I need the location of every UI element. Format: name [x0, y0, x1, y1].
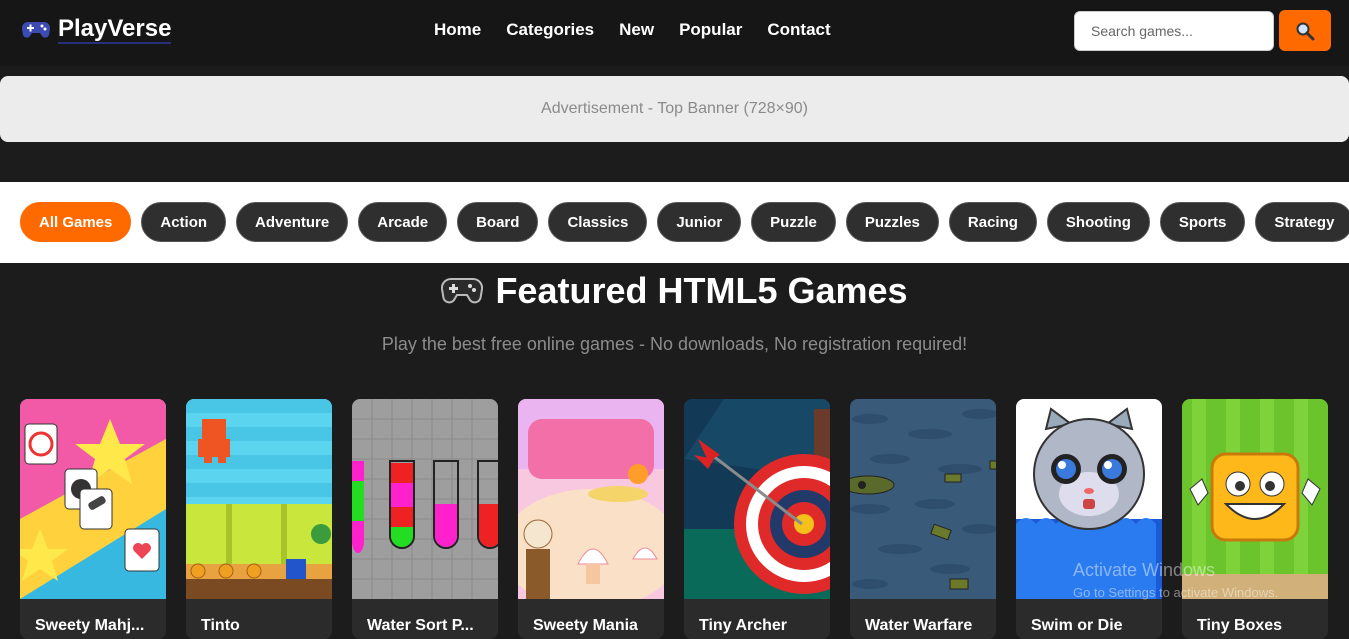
- game-card-swim-or-die[interactable]: Swim or Die: [1016, 399, 1162, 639]
- search-input[interactable]: [1074, 11, 1274, 51]
- ad-banner: Advertisement - Top Banner (728×90): [0, 76, 1349, 142]
- search-button[interactable]: [1279, 10, 1331, 51]
- category-racing[interactable]: Racing: [948, 202, 1037, 242]
- game-card-water-sort[interactable]: Water Sort P...: [352, 399, 498, 639]
- game-thumbnail: [20, 399, 166, 599]
- category-strategy[interactable]: Strategy: [1255, 202, 1349, 242]
- game-title: Tinto: [201, 617, 240, 634]
- category-shooting[interactable]: Shooting: [1046, 202, 1150, 242]
- gamepad-icon: [22, 21, 50, 38]
- category-bar: All Games Action Adventure Arcade Board …: [0, 182, 1349, 263]
- site-header: PlayVerse Home Categories New Popular Co…: [0, 0, 1349, 66]
- category-arcade[interactable]: Arcade: [358, 202, 448, 242]
- section-heading: Featured HTML5 Games: [0, 270, 1349, 312]
- nav-new[interactable]: New: [619, 18, 654, 42]
- game-thumbnail: [684, 399, 830, 599]
- game-grid: Sweety Mahj... Tinto Water Sort P... Swe…: [20, 399, 1328, 639]
- section-title: Featured HTML5 Games: [495, 270, 908, 311]
- game-thumbnail: [1016, 399, 1162, 599]
- category-puzzle[interactable]: Puzzle: [751, 202, 836, 242]
- nav-categories[interactable]: Categories: [506, 18, 594, 42]
- game-thumbnail: [186, 399, 332, 599]
- nav-popular[interactable]: Popular: [679, 18, 742, 42]
- game-title: Sweety Mania: [533, 617, 638, 634]
- game-thumbnail: [518, 399, 664, 599]
- category-board[interactable]: Board: [457, 202, 539, 242]
- game-card-water-warfare[interactable]: Water Warfare: [850, 399, 996, 639]
- nav-contact[interactable]: Contact: [767, 18, 830, 42]
- search-icon: [1296, 22, 1315, 40]
- game-thumbnail: [352, 399, 498, 599]
- category-puzzles[interactable]: Puzzles: [845, 202, 939, 242]
- game-title: Swim or Die: [1031, 617, 1123, 634]
- game-thumbnail: [1182, 399, 1328, 599]
- game-title: Water Warfare: [865, 617, 973, 634]
- game-title: Water Sort P...: [367, 617, 474, 634]
- logo-text: PlayVerse: [58, 15, 172, 44]
- game-card-tiny-boxes[interactable]: Tiny Boxes: [1182, 399, 1328, 639]
- category-all-games[interactable]: All Games: [20, 202, 132, 242]
- category-classics[interactable]: Classics: [548, 202, 648, 242]
- section-subtitle: Play the best free online games - No dow…: [381, 334, 968, 354]
- category-action[interactable]: Action: [141, 202, 227, 242]
- game-thumbnail: [850, 399, 996, 599]
- category-junior[interactable]: Junior: [657, 202, 742, 242]
- ad-text: Advertisement - Top Banner (728×90): [541, 100, 808, 117]
- game-card-sweety-mania[interactable]: Sweety Mania: [518, 399, 664, 639]
- game-title: Tiny Archer: [699, 617, 788, 634]
- game-title: Sweety Mahj...: [35, 617, 145, 634]
- category-adventure[interactable]: Adventure: [236, 202, 349, 242]
- main-nav: Home Categories New Popular Contact: [434, 18, 831, 42]
- category-sports[interactable]: Sports: [1159, 202, 1246, 242]
- game-card-sweety-mahjong[interactable]: Sweety Mahj...: [20, 399, 166, 639]
- game-title: Tiny Boxes: [1197, 617, 1283, 634]
- logo-link[interactable]: PlayVerse: [22, 14, 172, 46]
- game-card-tiny-archer[interactable]: Tiny Archer: [684, 399, 830, 639]
- category-list: All Games Action Adventure Arcade Board …: [20, 202, 1349, 242]
- nav-home[interactable]: Home: [434, 18, 481, 42]
- game-card-tinto[interactable]: Tinto: [186, 399, 332, 639]
- gamepad-icon: [441, 277, 484, 304]
